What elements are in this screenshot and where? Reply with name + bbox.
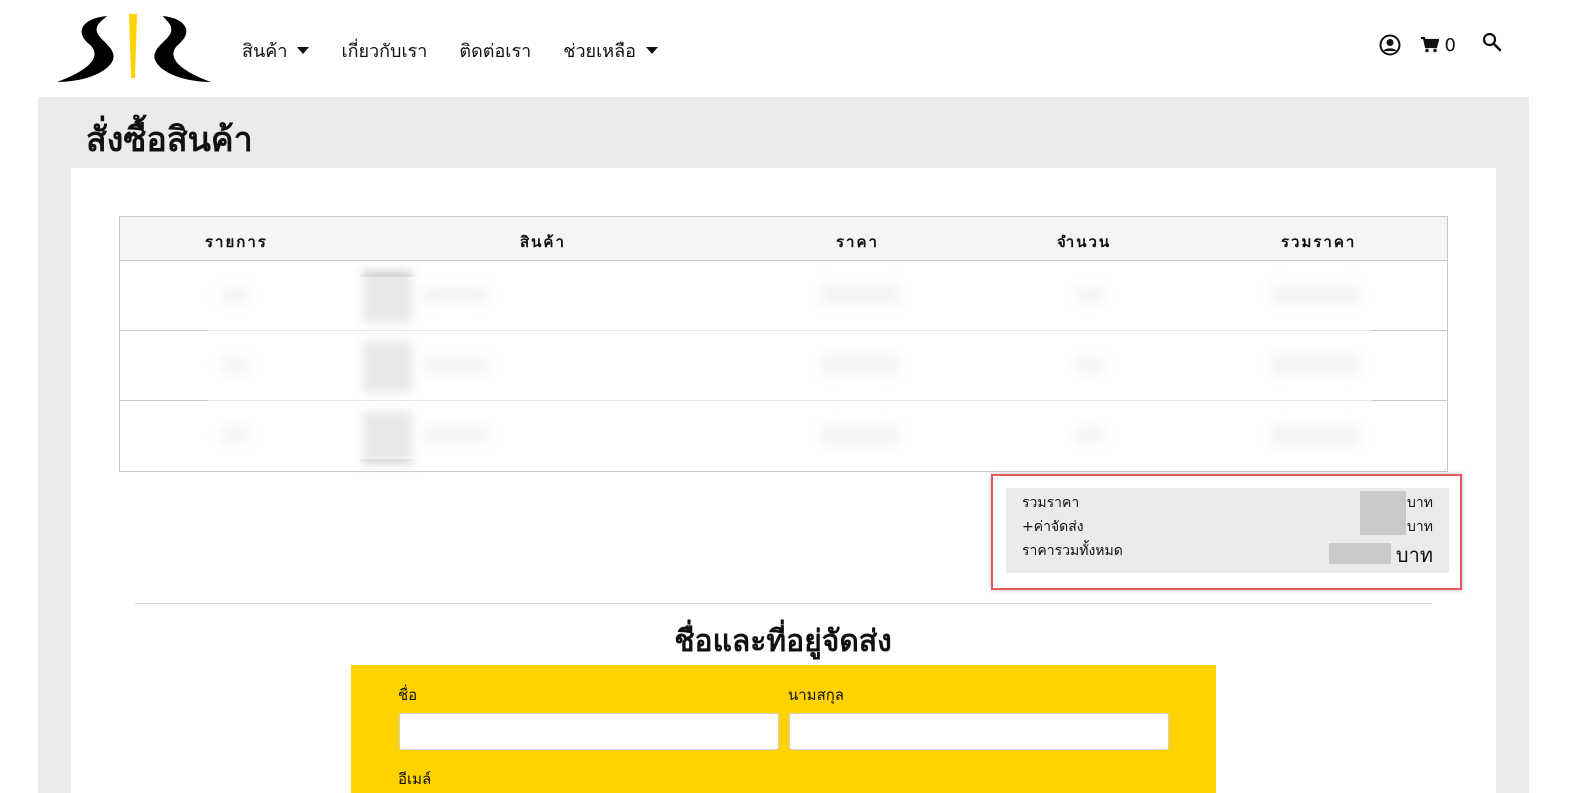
email-label: อีเมล์	[398, 770, 432, 788]
site-logo[interactable]	[55, 12, 213, 84]
nav-item-products[interactable]: สินค้า	[242, 36, 310, 65]
chevron-down-icon	[297, 47, 310, 54]
last-name-label: นามสกุล	[788, 686, 844, 704]
order-summary: รวมราคา บาท +ค่าจัดส่ง บาท ราคารวมทั้งหม…	[991, 474, 1462, 590]
redaction-overlay	[208, 277, 1372, 459]
nav-item-label: เกี่ยวกับเรา	[341, 41, 428, 62]
first-name-label: ชื่อ	[398, 686, 418, 704]
subtotal-unit: บาท	[1407, 495, 1433, 511]
nav-item-label: สินค้า	[242, 41, 288, 62]
nav-item-contact[interactable]: ติดต่อเรา	[459, 36, 531, 65]
shipping-form: ชื่อ นามสกุล อีเมล์	[351, 665, 1216, 793]
cart-count: 0	[1444, 34, 1456, 56]
nav-item-help[interactable]: ช่วยเหลือ	[563, 36, 658, 65]
column-header-product: สินค้า	[520, 233, 566, 251]
nav-item-about[interactable]: เกี่ยวกับเรา	[341, 36, 427, 65]
search-icon[interactable]	[1482, 32, 1502, 52]
table-header: รายการ สินค้า ราคา จำนวน รวมราคา	[120, 217, 1447, 261]
subtotal-label: รวมราคา	[1022, 495, 1080, 511]
last-name-input[interactable]	[789, 713, 1169, 750]
cart-button[interactable]: 0	[1420, 34, 1456, 56]
column-header-total: รวมราคา	[1281, 233, 1357, 251]
account-icon[interactable]	[1379, 34, 1401, 56]
grand-total-unit: บาท	[1395, 543, 1433, 567]
nav-item-label: ช่วยเหลือ	[563, 41, 636, 62]
shipping-section-title: ชื่อและที่อยู่จัดส่ง	[674, 624, 892, 659]
redacted-amount	[1360, 491, 1406, 535]
section-divider	[135, 603, 1432, 604]
first-name-input[interactable]	[399, 713, 779, 750]
cart-icon	[1420, 37, 1439, 53]
chevron-down-icon	[645, 47, 658, 54]
shipping-label: +ค่าจัดส่ง	[1022, 519, 1084, 535]
column-header-quantity: จำนวน	[1057, 233, 1112, 251]
column-header-price: ราคา	[836, 233, 879, 251]
header-actions: 0	[1379, 32, 1502, 56]
column-header-item: รายการ	[205, 233, 268, 251]
nav-item-label: ติดต่อเรา	[459, 41, 532, 62]
redacted-amount	[1329, 543, 1391, 564]
grand-total-label: ราคารวมทั้งหมด	[1022, 543, 1123, 559]
page-title: สั่งซื้อสินค้า	[86, 120, 253, 160]
main-nav: สินค้า เกี่ยวกับเรา ติดต่อเรา ช่วยเหลือ	[242, 36, 690, 65]
site-header: สินค้า เกี่ยวกับเรา ติดต่อเรา ช่วยเหลือ	[0, 0, 1584, 97]
summary-panel: รวมราคา บาท +ค่าจัดส่ง บาท ราคารวมทั้งหม…	[1006, 488, 1449, 573]
shipping-unit: บาท	[1407, 519, 1433, 535]
